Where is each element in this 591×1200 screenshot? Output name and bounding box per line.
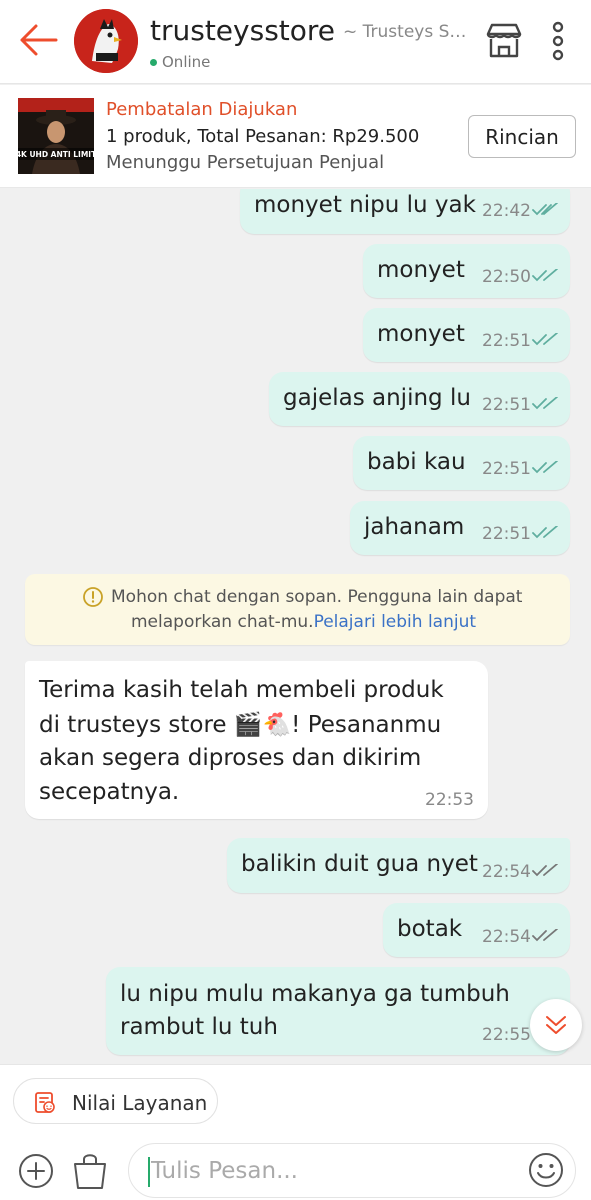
etiquette-notice: Mohon chat dengan sopan. Pengguna lain d… [25,574,570,645]
plus-circle-icon[interactable] [18,1153,54,1189]
message-bubble[interactable]: gajelas anjing lu 22:51 [269,372,570,426]
message-text: monyet nipu lu yak [254,192,476,218]
message-bubble[interactable]: monyet 22:51 [363,308,570,362]
more-vertical-icon[interactable] [546,20,570,62]
message-text: monyet [377,321,465,347]
chat-area[interactable]: monyet nipu lu yak 22:42 monyet 22:50 mo… [0,189,591,1064]
learn-more-link[interactable]: Pelajari lebih lanjut [314,612,476,632]
order-waiting-status: Menunggu Persetujuan Penjual [106,152,385,173]
scroll-to-bottom-button[interactable] [530,999,582,1051]
message-time: 22:51 [482,459,531,479]
message-text: botak [397,916,463,942]
chat-header: trusteysstore ~ Trusteys St... Online [0,0,591,84]
message-time: 22:50 [482,267,531,287]
back-arrow-icon[interactable] [18,22,58,58]
message-text: jahanam [364,514,465,540]
store-avatar[interactable] [74,9,138,73]
read-ticks-icon [532,461,558,474]
store-subtitle: ~ Trusteys St... [343,22,469,42]
message-bubble[interactable]: jahanam 22:51 [350,501,570,555]
read-ticks-icon [532,203,558,216]
message-input[interactable] [151,1152,521,1190]
composer-area: Nilai Layanan [0,1064,591,1200]
notice-text-line1: Mohon chat dengan sopan. Pengguna lain d… [111,587,523,607]
shopping-bag-icon[interactable] [72,1150,108,1190]
incoming-text-line1: Terima kasih telah membeli produk [39,677,444,703]
message-time: 22:53 [425,790,474,810]
read-ticks-icon [532,397,558,410]
thumb-caption: 4K UHD ANTI LIMIT [18,150,94,159]
message-bubble[interactable]: monyet 22:50 [363,244,570,298]
message-bubble[interactable]: monyet nipu lu yak 22:42 [240,189,570,234]
read-ticks-icon [532,269,558,282]
message-time: 22:54 [482,927,531,947]
text-caret [148,1157,150,1187]
read-ticks-icon [532,864,558,877]
online-status-label: Online [162,53,211,71]
incoming-text-line4: secepatnya. [39,779,180,805]
read-ticks-icon [532,333,558,346]
message-time: 22:54 [482,862,531,882]
details-button[interactable]: Rincian [468,115,576,158]
incoming-message-bubble[interactable]: Terima kasih telah membeli produk di tru… [25,661,488,819]
notice-text-line2-body: melaporkan chat-mu. [131,612,314,632]
rate-service-button[interactable]: Nilai Layanan [13,1078,218,1124]
product-thumbnail: 4K UHD ANTI LIMIT [18,98,94,174]
order-status: Pembatalan Diajukan [106,99,298,120]
message-time: 22:51 [482,524,531,544]
double-chevron-down-icon [546,1016,566,1034]
message-time: 22:51 [482,395,531,415]
read-ticks-icon [532,526,558,539]
message-text-line1: lu nipu mulu makanya ga tumbuh [120,981,510,1007]
message-text-line2: rambut lu tuh [120,1014,278,1040]
message-input-container[interactable] [128,1143,576,1198]
message-bubble[interactable]: balikin duit gua nyet 22:54 [227,838,570,893]
order-banner[interactable]: 4K UHD ANTI LIMIT Pembatalan Diajukan 1 … [0,85,591,188]
notice-text-line2: melaporkan chat-mu.Pelajari lebih lanjut [131,612,476,632]
emoji-icon[interactable] [528,1152,564,1188]
message-bubble[interactable]: babi kau 22:51 [353,436,570,490]
message-time: 22:51 [482,331,531,351]
online-status: Online [150,53,210,71]
message-text: balikin duit gua nyet [241,851,478,877]
read-ticks-icon [532,929,558,942]
order-summary: 1 produk, Total Pesanan: Rp29.500 [106,126,420,147]
incoming-text-line3: akan segera diproses dan dikirim [39,745,422,771]
message-time: 22:42 [482,201,531,221]
online-dot-icon [150,58,157,66]
store-name[interactable]: trusteysstore [150,14,335,47]
shop-icon[interactable] [484,22,524,60]
warning-icon [83,587,103,607]
message-time: 22:55 [482,1025,531,1045]
message-text: gajelas anjing lu [283,385,471,411]
rate-service-label: Nilai Layanan [72,1091,208,1115]
message-bubble[interactable]: botak 22:54 [383,903,570,957]
message-bubble[interactable]: lu nipu mulu makanya ga tumbuh rambut lu… [106,967,570,1055]
message-text: monyet [377,257,465,283]
incoming-text-line2: di trusteys store 🎬🐔! Pesananmu [39,712,442,738]
message-text: babi kau [367,449,466,475]
rating-icon [35,1092,55,1113]
